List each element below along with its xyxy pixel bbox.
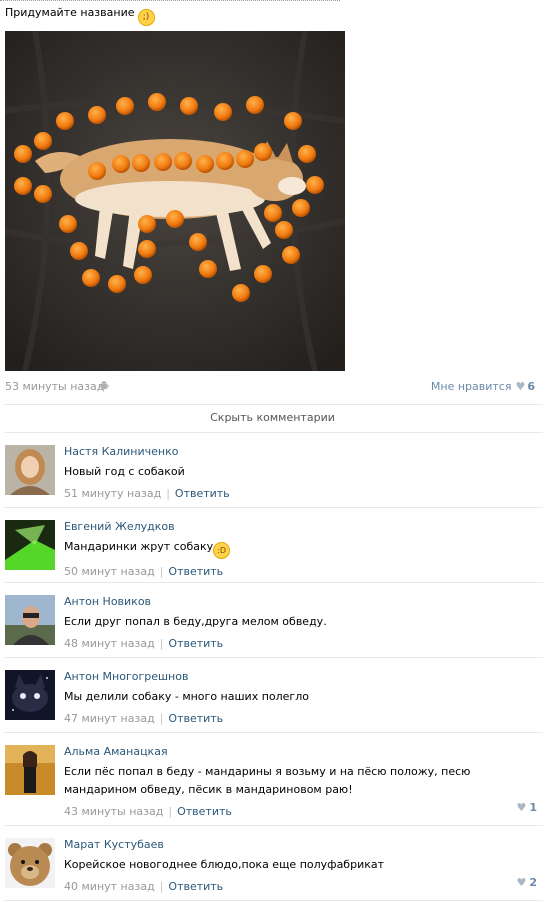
heart-icon: ♥ [516, 801, 527, 814]
comment-meta: 40 минут назад | Ответить [64, 880, 534, 893]
post-caption: Придумайте название;) [5, 6, 155, 26]
divider: | [159, 637, 164, 650]
comment-like-button[interactable]: ♥ 2 [516, 876, 537, 889]
reply-link[interactable]: Ответить [175, 487, 230, 500]
comment-text: Если друг попал в беду,друга мелом обвед… [64, 615, 327, 628]
comment-body: Антон Многогрешнов Мы делили собаку - мн… [64, 670, 534, 725]
comment-body: Евгений Желудков Мандаринки жрут собаку:… [64, 520, 534, 578]
post-like-button[interactable]: Мне нравится ♥ 6 [431, 380, 535, 393]
comment-like-count: 1 [529, 801, 537, 814]
grin-emoji-icon: :D [213, 542, 231, 559]
heart-icon: ♥ [516, 876, 527, 889]
comment-like-button[interactable]: ♥ 1 [516, 801, 537, 814]
post-time[interactable]: 53 минуты назад [5, 380, 104, 393]
comment-author[interactable]: Антон Многогрешнов [64, 670, 534, 684]
reply-link[interactable]: Ответить [168, 565, 223, 578]
android-icon [99, 381, 109, 389]
comment-meta: 48 минут назад | Ответить [64, 637, 534, 650]
comment-meta: 50 минут назад | Ответить [64, 565, 534, 578]
post-photo[interactable] [5, 31, 345, 371]
divider: | [159, 880, 164, 893]
wink-emoji-icon: ;) [137, 9, 155, 26]
previous-post-border [0, 0, 340, 1]
post-caption-text: Придумайте название [5, 6, 135, 19]
avatar[interactable] [5, 445, 55, 495]
heart-icon: ♥ [515, 380, 526, 393]
comment-author[interactable]: Марат Кустубаев [64, 838, 534, 852]
comment-author[interactable]: Альма Аманацкая [64, 745, 534, 759]
separator [5, 404, 543, 405]
comment-author[interactable]: Евгений Желудков [64, 520, 534, 534]
comment-time[interactable]: 47 минут назад [64, 712, 155, 725]
divider: | [168, 805, 173, 818]
separator [5, 657, 543, 658]
comment-like-count: 2 [529, 876, 537, 889]
comment-meta: 51 минуту назад | Ответить [64, 487, 534, 500]
comment-text-content: Мандаринки жрут собаку [64, 540, 214, 553]
comment-meta: 43 минуты назад | Ответить [64, 805, 534, 818]
separator [5, 825, 543, 826]
comment-text: Новый год с собакой [64, 465, 185, 478]
post-meta: 53 минуты назад Мне нравится ♥ 6 [5, 380, 535, 394]
comment-time[interactable]: 50 минут назад [64, 565, 155, 578]
divider: | [159, 712, 164, 725]
comment-text: Мандаринки жрут собаку:D [64, 538, 534, 559]
comment-author[interactable]: Настя Калиниченко [64, 445, 534, 459]
like-count: 6 [527, 380, 535, 393]
comment-body: Настя Калиниченко Новый год с собакой 51… [64, 445, 534, 500]
comment-body: Антон Новиков Если друг попал в беду,дру… [64, 595, 534, 650]
reply-link[interactable]: Ответить [168, 712, 223, 725]
comment-time[interactable]: 51 минуту назад [64, 487, 161, 500]
comment-text: Корейское новогоднее блюдо,пока еще полу… [64, 858, 385, 871]
hide-comments-link[interactable]: Скрыть комментарии [0, 411, 545, 424]
comment-meta: 47 минут назад | Ответить [64, 712, 534, 725]
comment-body: Марат Кустубаев Корейское новогоднее блю… [64, 838, 534, 893]
comment-body: Альма Аманацкая Если пёс попал в беду - … [64, 745, 534, 818]
divider: | [166, 487, 170, 500]
reply-link[interactable]: Ответить [168, 880, 223, 893]
avatar[interactable] [5, 745, 55, 795]
avatar[interactable] [5, 595, 55, 645]
separator [5, 582, 543, 583]
reply-link[interactable]: Ответить [177, 805, 232, 818]
comment-text: Если пёс попал в беду - мандарины я возь… [64, 765, 471, 796]
like-label: Мне нравится [430, 380, 512, 393]
comment-time[interactable]: 43 минуты назад [64, 805, 163, 818]
reply-link[interactable]: Ответить [168, 637, 223, 650]
avatar[interactable] [5, 670, 55, 720]
separator [5, 732, 543, 733]
separator [5, 900, 543, 901]
comment-time[interactable]: 40 минут назад [64, 880, 155, 893]
comment-author[interactable]: Антон Новиков [64, 595, 534, 609]
avatar[interactable] [5, 520, 55, 570]
comment-time[interactable]: 48 минут назад [64, 637, 155, 650]
avatar[interactable] [5, 838, 55, 888]
comment-text: Мы делили собаку - много наших полегло [64, 690, 309, 703]
separator [5, 507, 543, 508]
divider: | [159, 565, 164, 578]
separator [5, 432, 543, 433]
